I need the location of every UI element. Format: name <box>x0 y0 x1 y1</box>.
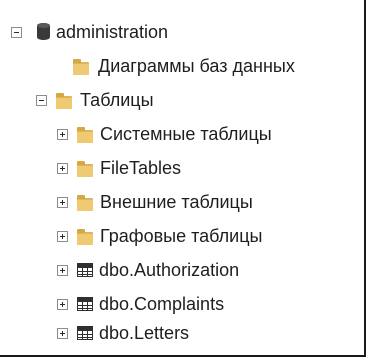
folder-icon <box>77 195 93 211</box>
tree-node-label: dbo.Complaints <box>99 294 225 314</box>
expand-icon[interactable] <box>57 231 68 242</box>
tree-node-graph-tables[interactable]: Графовые таблицы <box>0 221 364 255</box>
folder-icon <box>73 59 89 75</box>
tree-node-database[interactable]: administration <box>0 17 364 51</box>
tree-node-label: administration <box>56 22 169 42</box>
expand-icon[interactable] <box>57 129 68 140</box>
tree-node-label: dbo.Authorization <box>99 260 240 280</box>
folder-icon <box>56 93 72 109</box>
collapse-icon[interactable] <box>36 95 47 106</box>
expand-icon[interactable] <box>57 197 68 208</box>
tree-node-label: FileTables <box>100 158 182 178</box>
tree-node-label: Внешние таблицы <box>100 192 253 212</box>
expand-icon[interactable] <box>57 163 68 174</box>
tree-node-label: Таблицы <box>80 90 154 110</box>
database-icon <box>37 23 50 40</box>
tree-node-system-tables[interactable]: Системные таблицы <box>0 119 364 153</box>
tree-node-table-authorization[interactable]: dbo.Authorization <box>0 255 364 289</box>
folder-icon <box>77 127 93 143</box>
tree-node-label: dbo.Letters <box>99 323 190 343</box>
tree-node-label: Графовые таблицы <box>100 226 263 246</box>
expand-icon[interactable] <box>57 265 68 276</box>
expand-icon[interactable] <box>57 299 68 310</box>
tree-node-label: Диаграммы баз данных <box>98 56 295 76</box>
tree-node-filetables[interactable]: FileTables <box>0 153 364 187</box>
tree-node-table-letters[interactable]: dbo.Letters <box>0 318 364 352</box>
folder-icon <box>77 161 93 177</box>
table-icon <box>77 297 93 311</box>
tree-node-label: Системные таблицы <box>100 124 272 144</box>
tree-node-diagrams-folder[interactable]: Диаграммы баз данных <box>0 51 364 85</box>
folder-icon <box>77 229 93 245</box>
table-icon <box>77 326 93 340</box>
expand-icon[interactable] <box>57 328 68 339</box>
tree-node-tables-folder[interactable]: Таблицы <box>0 85 364 119</box>
table-icon <box>77 263 93 277</box>
collapse-icon[interactable] <box>11 27 22 38</box>
tree-node-external-tables[interactable]: Внешние таблицы <box>0 187 364 221</box>
